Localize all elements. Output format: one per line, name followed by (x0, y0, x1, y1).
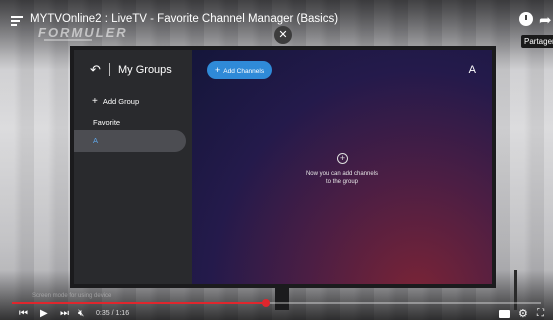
next-icon[interactable]: ⏭ (60, 309, 69, 319)
sidebar-item-a[interactable]: A (74, 130, 186, 152)
sidebar-item-favorite[interactable]: Favorite (93, 118, 120, 127)
fullscreen-icon[interactable]: ⛶ (537, 308, 544, 319)
play-icon[interactable]: ▶ (40, 309, 48, 319)
settings-icon[interactable]: ⚙ (518, 307, 528, 320)
previous-icon[interactable]: ⏮ (19, 309, 28, 319)
progress-bar[interactable] (12, 299, 541, 307)
tv-stand (275, 288, 289, 310)
title-separator (109, 63, 110, 76)
add-group-label: Add Group (102, 97, 140, 106)
close-icon[interactable]: ✕ (274, 26, 292, 44)
playlist-icon[interactable] (11, 16, 23, 26)
progress-fill (12, 302, 266, 304)
group-name: A (468, 64, 476, 76)
plus-icon: + (215, 65, 221, 75)
brand-logo: FORMULER (38, 25, 128, 40)
captions-icon[interactable] (499, 310, 510, 318)
empty-state-line-2: to the group (325, 179, 359, 185)
add-channels-label: Add Channels (223, 68, 265, 75)
add-group-button[interactable]: + Add Group (92, 96, 139, 107)
video-title[interactable]: MYTVOnline2 : LiveTV - Favorite Channel … (30, 13, 338, 25)
brand-tagline-line (44, 39, 92, 41)
tv-screen: ↶ My Groups + Add Group Favorite A + Add C… (74, 50, 492, 284)
groups-sidebar: ↶ My Groups + Add Group Favorite A (74, 50, 192, 284)
empty-state-line-1: Now you can add channels (305, 171, 379, 177)
progress-knob[interactable] (261, 299, 270, 307)
video-watermark: Screen mode for using device (32, 293, 112, 299)
back-icon[interactable]: ↶ (90, 62, 101, 78)
sidebar-item-label: A (93, 136, 99, 145)
share-tooltip: Partager (521, 35, 553, 48)
empty-state-message: Now you can add channels to the group (292, 170, 392, 186)
tv-frame: ↶ My Groups + Add Group Favorite A + Add C… (70, 46, 496, 288)
sidebar-title: My Groups (118, 64, 172, 76)
volume-muted-icon[interactable]: 🔇︎ (78, 309, 84, 319)
share-icon[interactable]: ➦ (539, 11, 552, 29)
add-channels-button[interactable]: + Add Channels (207, 61, 273, 79)
group-content-panel: + Add Channels A + Now you can add channe… (192, 50, 492, 284)
time-display: 0:35 / 1:16 (96, 310, 130, 317)
cable (514, 270, 517, 310)
watch-later-icon[interactable] (519, 12, 533, 26)
add-circle-icon: + (337, 153, 348, 164)
plus-icon: + (92, 96, 98, 107)
